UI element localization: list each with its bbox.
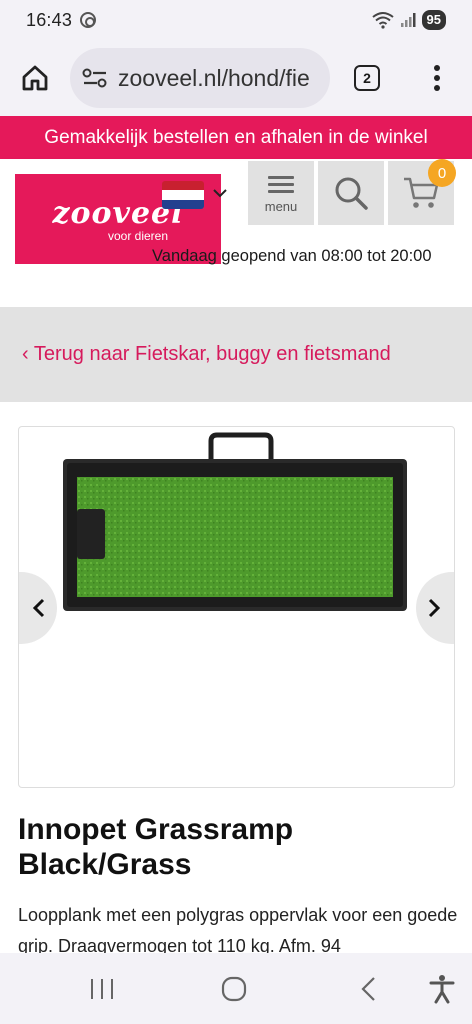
back-nav-button[interactable]: [350, 971, 386, 1007]
logo-tagline: voor dieren: [107, 228, 169, 243]
accessibility-icon: [429, 975, 455, 1004]
nfc-icon: [80, 12, 97, 28]
page: 16:43 95 zooveel.nl/hond/fie 2 Gemakkeli…: [0, 0, 472, 1024]
site-header: zooveel voor dieren menu 0 Vandaag geope…: [0, 159, 472, 307]
back-icon: [361, 977, 375, 1001]
url-text[interactable]: zooveel.nl/hond/fie: [118, 65, 310, 92]
wifi-icon: [371, 12, 394, 29]
opening-hours: Vandaag geopend van 08:00 tot 20:00: [152, 247, 432, 265]
home-circle-icon: [221, 976, 247, 1002]
tabs-button[interactable]: 2: [332, 40, 402, 116]
breadcrumb: ‹ Terug naar Fietskar, buggy en fietsman…: [0, 307, 472, 402]
recents-icon: [91, 979, 113, 999]
chevron-right-icon: [428, 598, 441, 618]
promo-banner[interactable]: Gemakkelijk bestellen en afhalen in de w…: [0, 116, 472, 159]
back-to-category-link[interactable]: ‹ Terug naar Fietskar, buggy en fietsman…: [22, 343, 391, 366]
signal-icon: [400, 13, 416, 27]
cart-button[interactable]: 0: [388, 159, 456, 225]
tabs-icon: 2: [354, 65, 380, 91]
gallery-next-button[interactable]: [416, 572, 454, 644]
search-icon: [335, 177, 368, 210]
browser-home-button[interactable]: [0, 40, 70, 116]
status-icons: 95: [371, 10, 446, 30]
product-gallery[interactable]: [18, 426, 455, 788]
more-vert-icon: [434, 65, 440, 91]
product-title: Innopet Grassramp Black/Grass: [18, 813, 294, 881]
accessibility-button[interactable]: [424, 971, 460, 1007]
status-time: 16:43: [26, 9, 73, 30]
chevron-down-icon[interactable]: [212, 183, 228, 204]
recents-button[interactable]: [84, 971, 120, 1007]
battery-indicator: 95: [421, 10, 446, 30]
product-description: Loopplank met een polygras oppervlak voo…: [18, 905, 458, 953]
system-nav-bar: [0, 953, 472, 1024]
product-image: [63, 432, 407, 611]
status-bar: 16:43 95: [0, 0, 472, 40]
search-button[interactable]: [318, 161, 384, 225]
site-settings-icon[interactable]: [82, 67, 108, 89]
flag-nl-icon[interactable]: [162, 181, 204, 209]
gallery-prev-button[interactable]: [19, 572, 57, 644]
cart-count-badge: 0: [428, 159, 456, 187]
menu-button[interactable]: menu: [248, 161, 314, 225]
chevron-left-icon: [32, 598, 45, 618]
more-menu-button[interactable]: [402, 40, 472, 116]
browser-toolbar: zooveel.nl/hond/fie 2: [0, 40, 472, 116]
menu-label: menu: [264, 199, 298, 214]
address-bar[interactable]: zooveel.nl/hond/fie: [70, 48, 330, 108]
home-nav-button[interactable]: [216, 971, 252, 1007]
menu-icon: [268, 172, 294, 197]
home-icon: [22, 65, 48, 91]
